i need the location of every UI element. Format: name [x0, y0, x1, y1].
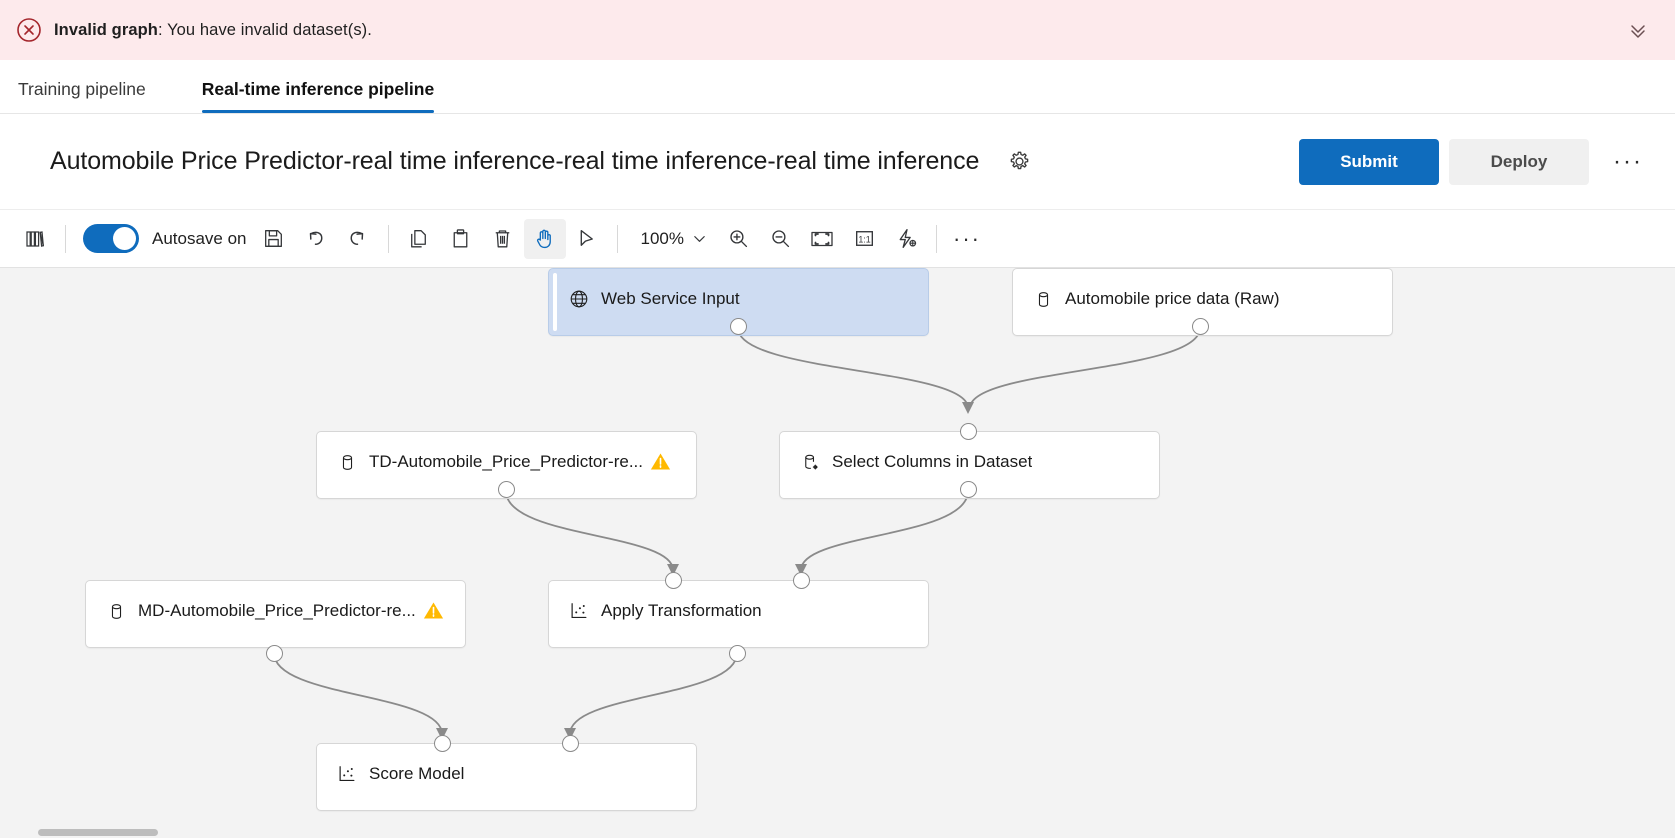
actual-size-1-1-icon[interactable]: 1:1: [843, 219, 885, 259]
hand-pan-icon[interactable]: [523, 218, 566, 259]
node-label: MD-Automobile_Price_Predictor-re...: [138, 601, 416, 620]
node-label: Automobile price data (Raw): [1065, 289, 1280, 308]
copy-icon[interactable]: [398, 219, 440, 259]
zoom-level-dropdown[interactable]: 100%: [627, 219, 717, 259]
node-md-automobile-price-predictor[interactable]: MD-Automobile_Price_Predictor-re...: [85, 580, 466, 648]
port-output-automobile-price-data-raw[interactable]: [1192, 318, 1209, 335]
tab-training-pipeline[interactable]: Training pipeline: [18, 79, 168, 113]
header-more-menu-icon[interactable]: ···: [1605, 139, 1651, 185]
node-score-model[interactable]: Score Model: [316, 743, 697, 811]
paste-icon[interactable]: [440, 219, 482, 259]
autosave-toggle-group: Autosave on: [83, 224, 247, 253]
gear-icon[interactable]: [1001, 144, 1037, 180]
scatter-chart-icon: [335, 762, 359, 786]
pipeline-edges: [273, 327, 1201, 740]
zoom-level-value: 100%: [640, 228, 684, 248]
database-icon: [1031, 287, 1055, 311]
pipeline-tabs: Training pipeline Real-time inference pi…: [0, 60, 1675, 114]
port-input-apply-transformation-left[interactable]: [665, 572, 682, 589]
toolbar-more-menu-icon[interactable]: ···: [946, 219, 988, 259]
error-banner-text: Invalid graph: You have invalid dataset(…: [54, 21, 372, 40]
tab-real-time-inference-pipeline[interactable]: Real-time inference pipeline: [201, 79, 435, 113]
undo-icon[interactable]: [295, 219, 337, 259]
port-output-select-columns-in-dataset[interactable]: [960, 481, 977, 498]
cursor-select-icon[interactable]: [566, 219, 608, 259]
error-banner-separator: :: [157, 20, 168, 39]
trash-delete-icon[interactable]: [482, 219, 524, 259]
port-input-score-model-right[interactable]: [562, 735, 579, 752]
node-label: Web Service Input: [601, 289, 740, 308]
pipeline-toolbar: Autosave on 100% 1:1 ···: [0, 210, 1675, 268]
error-banner-message: You have invalid dataset(s).: [167, 20, 372, 39]
database-icon: [335, 450, 359, 474]
zoom-in-icon[interactable]: [717, 219, 759, 259]
error-circle-x-icon: [16, 17, 42, 43]
port-output-md-automobile-price-predictor[interactable]: [266, 645, 283, 662]
zoom-out-icon[interactable]: [759, 219, 801, 259]
lightning-auto-layout-icon[interactable]: [885, 219, 927, 259]
chevron-down-icon: [694, 236, 705, 242]
header-actions: Submit Deploy ···: [1299, 138, 1651, 185]
scatter-chart-icon: [567, 599, 591, 623]
error-banner: Invalid graph: You have invalid dataset(…: [0, 0, 1675, 60]
toggle-knob: [113, 227, 136, 250]
horizontal-scrollbar[interactable]: [38, 829, 158, 836]
database-icon: [104, 599, 128, 623]
port-input-score-model-left[interactable]: [434, 735, 451, 752]
floppy-save-icon[interactable]: [253, 219, 295, 259]
node-label: TD-Automobile_Price_Predictor-re...: [369, 452, 643, 471]
svg-text:1:1: 1:1: [858, 235, 870, 245]
error-banner-title: Invalid graph: [54, 20, 158, 39]
globe-icon: [567, 287, 591, 311]
deploy-button[interactable]: Deploy: [1449, 138, 1589, 185]
toolbar-divider: [936, 224, 937, 253]
fit-to-screen-icon[interactable]: [801, 219, 843, 259]
database-gear-icon: [798, 450, 822, 474]
double-chevron-down-icon[interactable]: [1623, 15, 1653, 45]
node-apply-transformation[interactable]: Apply Transformation: [548, 580, 929, 648]
node-label: Score Model: [369, 764, 465, 783]
warning-triangle-icon: [422, 599, 446, 623]
autosave-toggle[interactable]: [83, 224, 139, 253]
redo-icon[interactable]: [337, 219, 379, 259]
books-library-icon[interactable]: [14, 219, 56, 259]
toolbar-divider: [65, 224, 66, 253]
toolbar-divider: [387, 224, 389, 253]
port-output-apply-transformation[interactable]: [729, 645, 746, 662]
toolbar-divider: [616, 224, 618, 253]
node-label: Select Columns in Dataset: [832, 452, 1033, 471]
port-output-td-automobile-price-predictor[interactable]: [498, 481, 515, 498]
node-label: Apply Transformation: [601, 601, 762, 620]
pipeline-header: Automobile Price Predictor-real time inf…: [0, 114, 1675, 210]
page-title: Automobile Price Predictor-real time inf…: [50, 147, 980, 175]
port-input-apply-transformation-right[interactable]: [793, 572, 810, 589]
submit-button[interactable]: Submit: [1299, 138, 1439, 185]
port-output-web-service-input[interactable]: [730, 318, 747, 335]
pipeline-canvas[interactable]: Web Service Input Automobile price data …: [0, 268, 1675, 838]
autosave-label: Autosave on: [152, 228, 247, 248]
warning-triangle-icon: [649, 450, 673, 474]
port-input-select-columns-in-dataset[interactable]: [960, 423, 977, 440]
